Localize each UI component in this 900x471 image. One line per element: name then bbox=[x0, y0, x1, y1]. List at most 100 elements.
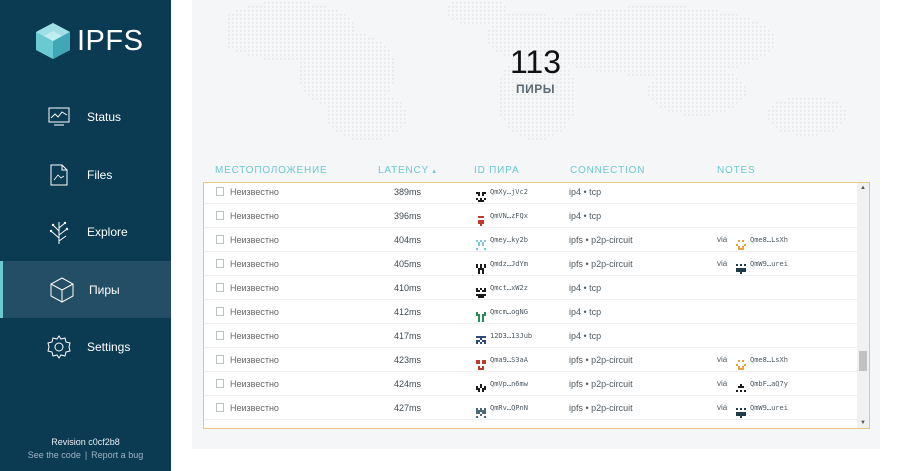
row-checkbox[interactable] bbox=[216, 307, 224, 316]
see-code-link[interactable]: See the code bbox=[28, 450, 81, 460]
peer-identicon-icon bbox=[476, 379, 486, 392]
row-checkbox[interactable] bbox=[216, 235, 224, 244]
peer-latency: 389ms bbox=[394, 187, 422, 197]
peer-id[interactable]: QmVN…zFQx bbox=[490, 204, 528, 228]
nav-item-files[interactable]: Files bbox=[0, 146, 171, 203]
table-scrollbar[interactable]: ▲ ▼ bbox=[857, 183, 869, 428]
table-row[interactable]: Неизвестно 410ms Qmct…xW2z ip4 • tcp bbox=[204, 276, 857, 300]
peer-count: 113 bbox=[509, 44, 561, 80]
peer-connection: ip4 • tcp bbox=[569, 283, 602, 293]
peer-id[interactable]: Qmct…xW2z bbox=[490, 276, 528, 300]
table-row[interactable]: Неизвестно 424ms QmVp…n6mw ipfs • p2p-circu… bbox=[204, 372, 857, 396]
table-row[interactable]: Неизвестно 396ms QmVN…zFQx ip4 • tcp bbox=[204, 204, 857, 228]
table-row[interactable]: Неизвестно 412ms Qmcm…ogNG ip4 • tcp bbox=[204, 300, 857, 324]
via-peer-id[interactable]: QmW9…urei bbox=[750, 252, 788, 276]
table-row[interactable]: Неизвестно 417ms 12D3…13Jub ip4 • tcp bbox=[204, 324, 857, 348]
peer-identicon-icon bbox=[476, 355, 486, 370]
peers-table[interactable]: Неизвестно 427ms QmRv…QPnN ipfs • p2p-circu… bbox=[203, 182, 870, 429]
row-checkbox[interactable] bbox=[216, 283, 224, 292]
nav-item-status[interactable]: Status bbox=[0, 88, 171, 145]
peer-id[interactable]: Qmey…ky2b bbox=[490, 228, 528, 252]
peer-id[interactable]: QmVp…n6mw bbox=[490, 372, 528, 396]
via-identicon-icon bbox=[736, 235, 746, 250]
peer-location: Неизвестно bbox=[230, 331, 279, 341]
via-identicon-icon bbox=[736, 379, 746, 392]
peer-latency: 417ms bbox=[394, 331, 422, 341]
via-label: via bbox=[717, 379, 728, 388]
column-header-latency[interactable]: LATENCY ▴ bbox=[378, 165, 437, 176]
peer-latency: 424ms bbox=[394, 379, 422, 389]
table-row[interactable]: Неизвестно 427ms QmRv…QPnN ipfs • p2p-circu… bbox=[204, 396, 857, 420]
peer-id[interactable]: Qmcm…ogNG bbox=[490, 300, 528, 324]
peer-id[interactable]: Qma9…S3aA bbox=[490, 348, 528, 372]
nav-label-peers: Пиры bbox=[89, 282, 120, 297]
peer-connection: ipfs • p2p-circuit bbox=[569, 379, 633, 389]
column-header-location[interactable]: МЕСТОПОЛОЖЕНИЕ bbox=[215, 165, 327, 176]
via-peer-id[interactable]: Qme8…LsXh bbox=[750, 228, 788, 252]
peer-location: Неизвестно bbox=[230, 283, 279, 293]
row-checkbox[interactable] bbox=[216, 331, 224, 340]
via-label: via bbox=[717, 355, 728, 364]
scroll-thumb[interactable] bbox=[859, 351, 867, 371]
scroll-down-arrow-icon[interactable]: ▼ bbox=[860, 420, 866, 426]
table-row[interactable]: Неизвестно 404ms Qmey…ky2b ipfs • p2p-circu… bbox=[204, 228, 857, 252]
peer-id[interactable]: 12D3…13Jub bbox=[490, 324, 532, 348]
via-peer-id[interactable]: QmW9…urei bbox=[750, 396, 788, 420]
row-checkbox[interactable] bbox=[216, 211, 224, 220]
peer-latency: 405ms bbox=[394, 259, 422, 269]
peer-connection: ipfs • p2p-circuit bbox=[569, 403, 633, 413]
via-label: via bbox=[717, 403, 728, 412]
peer-id[interactable]: QmXy…jVc2 bbox=[490, 183, 528, 204]
peer-id[interactable]: Qmdz…JdYm bbox=[490, 252, 528, 276]
peer-identicon-icon bbox=[476, 211, 486, 226]
peer-location: Неизвестно bbox=[230, 379, 279, 389]
nav-item-explore[interactable]: Explore bbox=[0, 203, 171, 260]
main-content: 113 ПИРЫ МЕСТОПОЛОЖЕНИЕ LATENCY ▴ ID ПИР… bbox=[171, 0, 900, 471]
via-peer-id[interactable]: QmbF…aQ7y bbox=[750, 372, 788, 396]
nav-label-settings: Settings bbox=[87, 339, 131, 354]
nav-item-peers[interactable]: Пиры bbox=[0, 261, 171, 318]
row-checkbox[interactable] bbox=[216, 355, 224, 364]
footer-separator: | bbox=[84, 450, 88, 460]
scroll-up-arrow-icon[interactable]: ▲ bbox=[860, 185, 866, 191]
via-identicon-icon bbox=[736, 403, 746, 418]
peer-connection: ip4 • tcp bbox=[569, 211, 602, 221]
peer-identicon-icon bbox=[476, 403, 486, 418]
ipfs-logo[interactable]: IPFS bbox=[35, 22, 143, 60]
peer-connection: ipfs • p2p-circuit bbox=[569, 235, 633, 245]
peer-latency: 423ms bbox=[394, 355, 422, 365]
peer-connection: ip4 • tcp bbox=[569, 331, 602, 341]
row-checkbox[interactable] bbox=[216, 403, 224, 412]
peer-location: Неизвестно bbox=[230, 307, 279, 317]
sidebar: IPFS Status Files Explore Пиры Settings … bbox=[0, 0, 171, 471]
peer-latency: 404ms bbox=[394, 235, 422, 245]
peer-latency: 427ms bbox=[394, 403, 422, 413]
nav-label-status: Status bbox=[87, 109, 122, 124]
peer-connection: ip4 • tcp bbox=[569, 187, 602, 197]
peer-location: Неизвестно bbox=[230, 235, 279, 245]
table-row[interactable]: Неизвестно 389ms QmXy…jVc2 ip4 • tcp bbox=[204, 183, 857, 204]
footer-links: See the code | Report a bug bbox=[0, 450, 171, 460]
peer-location: Неизвестно bbox=[230, 355, 279, 365]
row-checkbox[interactable] bbox=[216, 379, 224, 388]
via-identicon-icon bbox=[736, 259, 746, 274]
peer-latency: 396ms bbox=[394, 211, 422, 221]
via-peer-id[interactable]: Qme8…LsXh bbox=[750, 348, 788, 372]
row-checkbox[interactable] bbox=[216, 187, 224, 196]
column-header-notes[interactable]: NOTES bbox=[717, 165, 755, 176]
peer-count-label: ПИРЫ bbox=[515, 82, 555, 96]
peer-connection: ipfs • p2p-circuit bbox=[569, 259, 633, 269]
table-row[interactable]: Неизвестно 423ms Qma9…S3aA ipfs • p2p-circu… bbox=[204, 348, 857, 372]
column-header-peer-id[interactable]: ID ПИРА bbox=[474, 165, 519, 176]
logo-text: IPFS bbox=[77, 24, 144, 57]
peer-id[interactable]: QmRv…QPnN bbox=[490, 396, 528, 420]
report-bug-link[interactable]: Report a bug bbox=[91, 450, 143, 460]
nav-item-settings[interactable]: Settings bbox=[0, 318, 171, 375]
peer-identicon-icon bbox=[476, 259, 486, 274]
peer-location: Неизвестно bbox=[230, 403, 279, 413]
row-checkbox[interactable] bbox=[216, 259, 224, 268]
table-row[interactable]: Неизвестно 405ms Qmdz…JdYm ipfs • p2p-circu… bbox=[204, 252, 857, 276]
peer-identicon-icon bbox=[476, 235, 486, 250]
via-label: via bbox=[717, 235, 728, 244]
column-header-connection[interactable]: CONNECTION bbox=[570, 165, 645, 176]
